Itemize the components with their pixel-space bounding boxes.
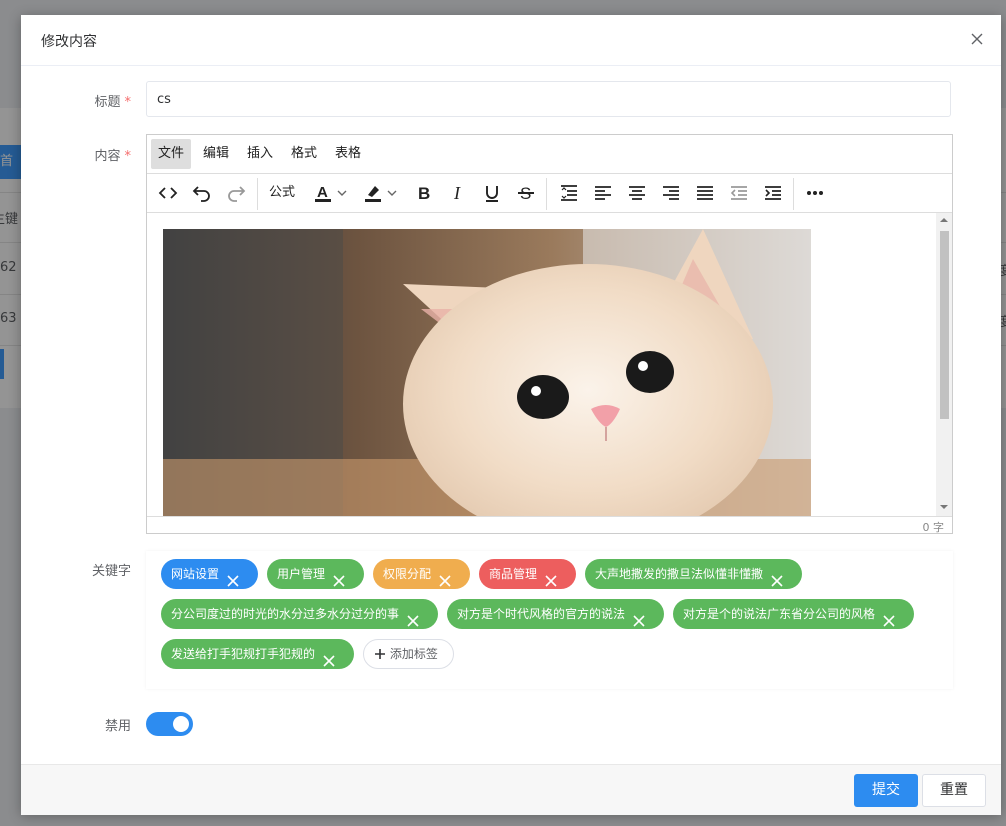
toolbar-separator <box>257 178 258 210</box>
editor-statusbar: 0 字 <box>147 516 952 534</box>
tag-item[interactable]: 分公司度过的时光的水分过多水分过分的事 <box>161 599 438 629</box>
svg-text:A: A <box>317 184 328 201</box>
svg-text:I: I <box>453 183 461 203</box>
tag-label: 发送给打手犯规打手犯规的 <box>171 647 316 661</box>
indent-icon[interactable] <box>758 178 788 208</box>
toolbar-separator <box>546 178 547 210</box>
title-input[interactable] <box>146 81 951 117</box>
disable-switch[interactable] <box>146 712 193 736</box>
code-icon[interactable] <box>153 178 183 208</box>
keywords-label: 关键字 <box>41 560 131 579</box>
tag-label: 对方是个时代风格的官方的说法 <box>457 607 626 621</box>
edit-content-dialog: 修改内容 标题* 内容* 文件 编辑 插入 格式 表格 公式 <box>21 15 1001 815</box>
close-icon[interactable] <box>545 568 557 587</box>
tag-item[interactable]: 对方是个的说法广东省分公司的风格 <box>673 599 914 629</box>
tag-item[interactable]: 对方是个时代风格的官方的说法 <box>447 599 664 629</box>
underline-icon[interactable] <box>477 178 507 208</box>
required-mark: * <box>124 149 132 164</box>
add-tag-label: 添加标签 <box>389 647 438 661</box>
editor-content[interactable] <box>147 213 937 516</box>
align-left-icon[interactable] <box>588 178 618 208</box>
tag-label: 权限分配 <box>383 567 432 581</box>
close-icon[interactable] <box>771 568 783 587</box>
redo-icon[interactable] <box>221 178 251 208</box>
tag-item[interactable]: 权限分配 <box>373 559 470 589</box>
tag-item[interactable]: 大声地撒发的撒旦法似懂非懂撒 <box>585 559 802 589</box>
font-color-icon[interactable]: A <box>309 178 355 208</box>
keywords-label-text: 关键字 <box>91 564 131 579</box>
scrollbar-thumb[interactable] <box>940 231 949 419</box>
formula-button[interactable]: 公式 <box>269 178 295 208</box>
disable-label: 禁用 <box>41 715 131 734</box>
menu-format[interactable]: 格式 <box>284 139 324 169</box>
tag-label: 商品管理 <box>489 567 538 581</box>
toolbar-separator <box>793 178 794 210</box>
highlight-icon[interactable] <box>359 178 405 208</box>
tag-item[interactable]: 商品管理 <box>479 559 576 589</box>
menu-file[interactable]: 文件 <box>151 139 192 169</box>
tag-label: 对方是个的说法广东省分公司的风格 <box>683 607 876 621</box>
svg-text:B: B <box>418 184 430 203</box>
rich-text-editor: 文件 编辑 插入 格式 表格 公式 A B I 0 字 <box>146 134 953 534</box>
close-icon[interactable] <box>883 608 895 627</box>
dialog-title: 修改内容 <box>41 34 97 50</box>
close-icon[interactable] <box>323 648 335 667</box>
tag-item[interactable]: 用户管理 <box>267 559 364 589</box>
align-center-icon[interactable] <box>622 178 652 208</box>
editor-toolbar: 公式 A B I S <box>147 174 952 213</box>
title-label-text: 标题 <box>94 95 121 110</box>
keyword-tags: 网站设置 用户管理 权限分配 商品管理 大声地撒发的撒旦法似懂非懂撒 分公司度过… <box>146 551 953 689</box>
plus-icon <box>375 648 385 659</box>
line-height-icon[interactable] <box>554 178 584 208</box>
content-label: 内容 * <box>41 145 131 164</box>
menu-insert[interactable]: 插入 <box>240 139 280 169</box>
close-icon[interactable] <box>439 568 451 587</box>
close-icon[interactable] <box>967 29 987 49</box>
add-tag-button[interactable]: 添加标签 <box>363 639 454 669</box>
editor-scrollbar[interactable] <box>936 213 952 516</box>
strikethrough-icon[interactable]: S <box>511 178 541 208</box>
close-icon[interactable] <box>633 608 645 627</box>
undo-icon[interactable] <box>187 178 217 208</box>
switch-knob <box>173 716 189 732</box>
close-icon[interactable] <box>333 568 345 587</box>
content-label-text: 内容 <box>94 149 121 164</box>
tag-label: 用户管理 <box>277 567 326 581</box>
kitten-image[interactable] <box>163 229 811 516</box>
align-right-icon[interactable] <box>656 178 686 208</box>
reset-button[interactable]: 重置 <box>922 774 986 807</box>
editor-menubar: 文件 编辑 插入 格式 表格 <box>147 135 952 174</box>
menu-edit[interactable]: 编辑 <box>196 139 236 169</box>
dialog-footer: 提交 重置 <box>21 764 1001 815</box>
tag-item[interactable]: 发送给打手犯规打手犯规的 <box>161 639 354 669</box>
tag-label: 分公司度过的时光的水分过多水分过分的事 <box>171 607 400 621</box>
disable-label-text: 禁用 <box>104 719 131 734</box>
close-icon[interactable] <box>407 608 419 627</box>
more-icon[interactable] <box>800 178 830 208</box>
dialog-header: 修改内容 <box>21 15 1001 66</box>
tag-label: 网站设置 <box>171 567 220 581</box>
close-icon[interactable] <box>227 568 239 587</box>
bold-icon[interactable]: B <box>409 178 439 208</box>
menu-table[interactable]: 表格 <box>328 139 368 169</box>
submit-button[interactable]: 提交 <box>854 774 918 807</box>
tag-item[interactable]: 网站设置 <box>161 559 258 589</box>
italic-icon[interactable]: I <box>443 178 473 208</box>
align-justify-icon[interactable] <box>690 178 720 208</box>
tag-label: 大声地撒发的撒旦法似懂非懂撒 <box>595 567 764 581</box>
word-count: 0 字 <box>922 521 945 534</box>
title-label: 标题 * <box>41 91 131 110</box>
outdent-icon[interactable] <box>724 178 754 208</box>
required-mark: * <box>124 95 132 110</box>
